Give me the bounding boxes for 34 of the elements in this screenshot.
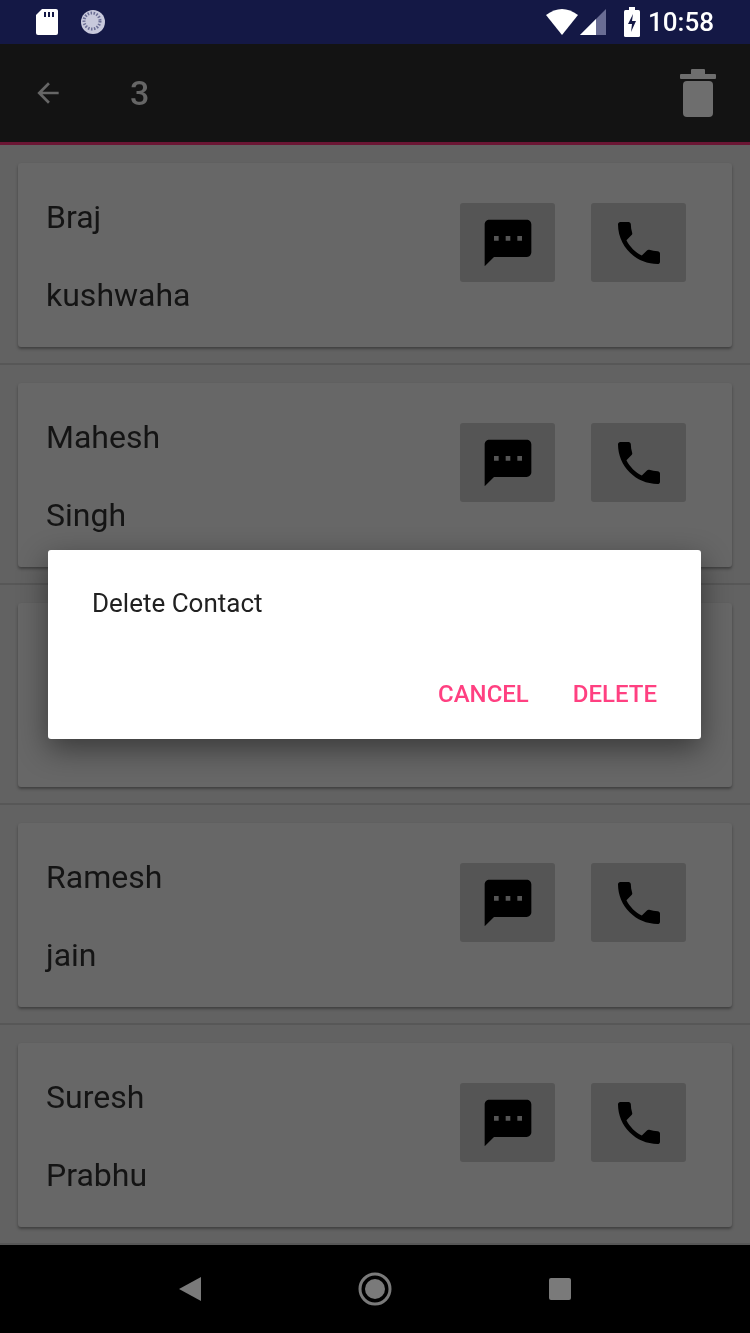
message-button[interactable] — [460, 423, 555, 502]
call-button[interactable] — [591, 1083, 686, 1162]
first-name: Suresh — [46, 1077, 146, 1117]
battery-icon — [624, 7, 641, 37]
first-name: Mahesh — [46, 417, 162, 457]
message-button[interactable] — [460, 203, 555, 282]
delete-button[interactable] — [678, 68, 718, 118]
last-name: kushwaha — [46, 275, 192, 315]
message-button[interactable] — [460, 1083, 555, 1162]
home-icon[interactable] — [358, 1272, 392, 1306]
dialog-title: Delete Contact — [92, 587, 264, 620]
last-name: Prabhu — [46, 1155, 149, 1195]
sync-icon — [80, 9, 106, 35]
last-name: Singh — [46, 495, 128, 535]
first-name: Braj — [46, 197, 103, 237]
call-button[interactable] — [591, 203, 686, 282]
message-button[interactable] — [460, 863, 555, 942]
recents-icon[interactable] — [549, 1278, 572, 1300]
call-button[interactable] — [591, 863, 686, 942]
contact-card[interactable]: Mahesh Singh — [18, 383, 732, 567]
trash-icon — [680, 69, 716, 117]
call-button[interactable] — [591, 423, 686, 502]
clock: 10:58 — [648, 5, 714, 39]
contact-card[interactable]: Ramesh jain — [18, 823, 732, 1007]
contact-card[interactable]: Suresh Prabhu — [18, 1043, 732, 1227]
first-name: Ramesh — [46, 857, 164, 897]
selection-count: 3 — [130, 71, 150, 115]
contact-card[interactable]: Braj kushwaha — [18, 163, 732, 347]
dialog-button[interactable]: DELETE — [572, 677, 657, 711]
sd-card-icon — [36, 9, 58, 35]
dialog-button[interactable]: CANCEL — [438, 677, 529, 711]
signal-icon — [580, 9, 607, 35]
last-name: jain — [46, 935, 98, 975]
back-icon[interactable] — [178, 1277, 201, 1301]
